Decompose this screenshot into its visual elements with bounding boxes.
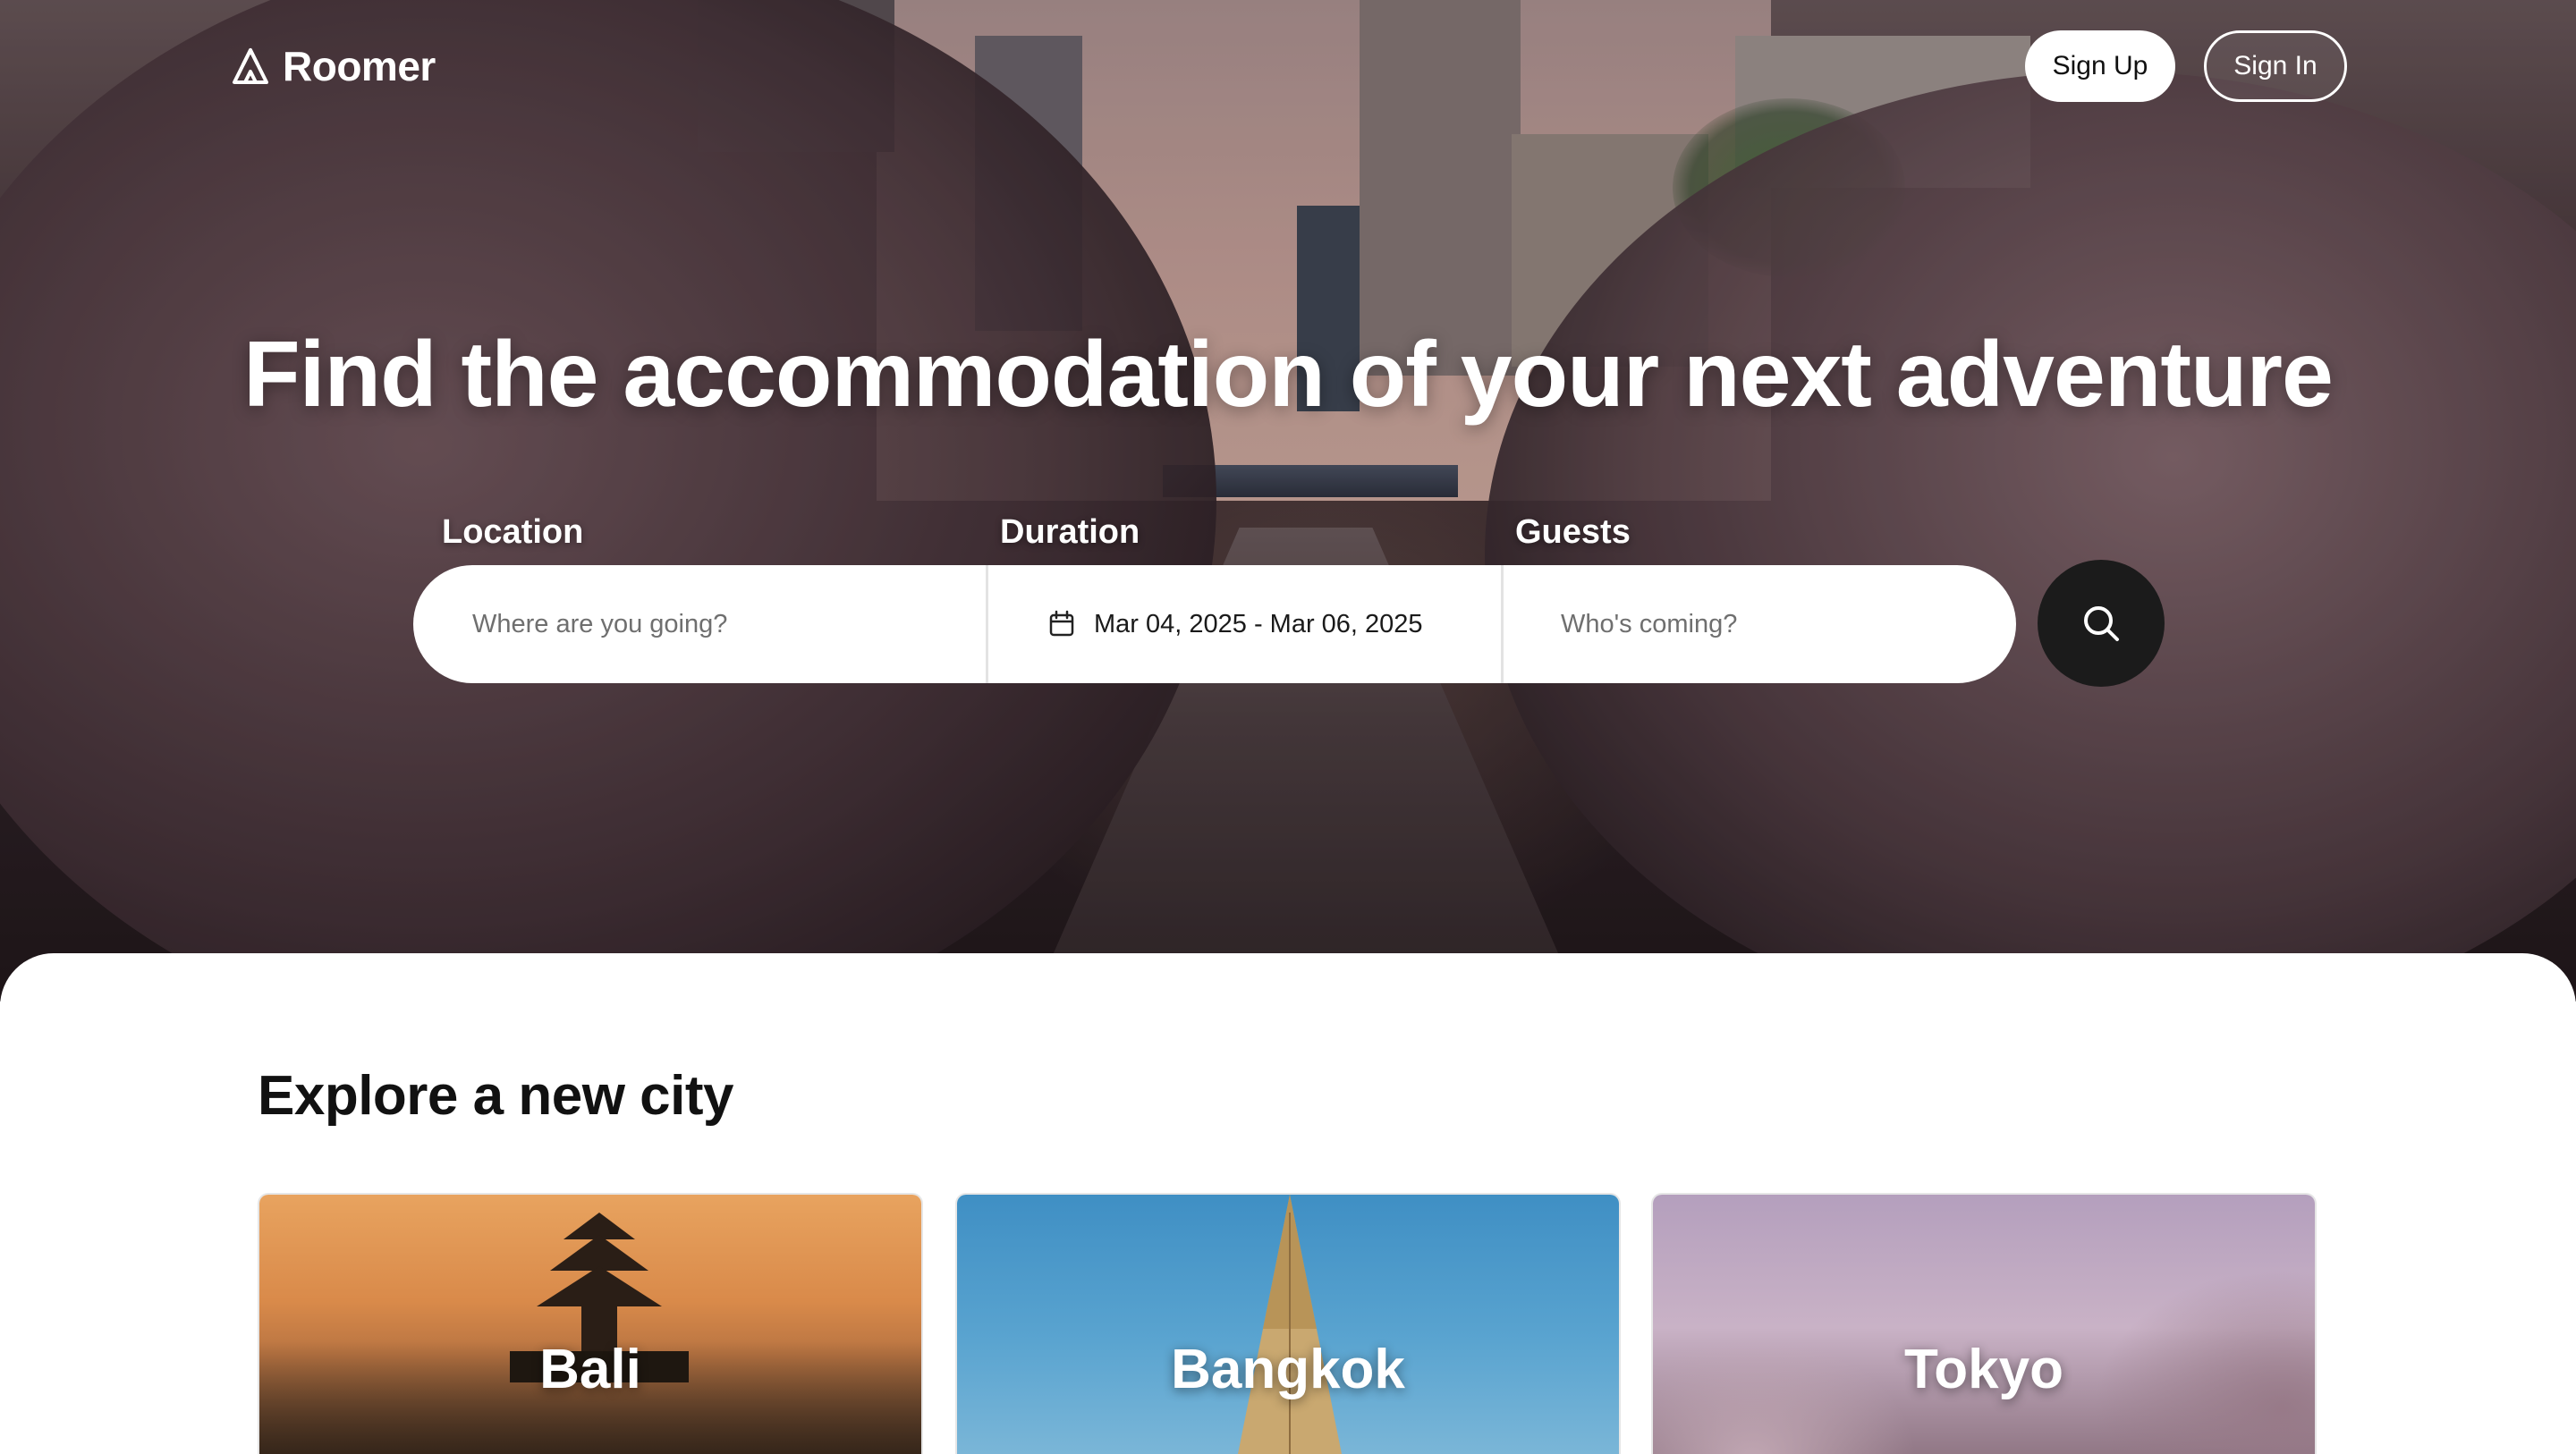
city-card-bali[interactable]: Bali (258, 1193, 923, 1454)
location-input[interactable] (472, 609, 935, 639)
tent-icon (233, 48, 268, 84)
calendar-icon (1049, 610, 1074, 637)
location-label: Location (442, 513, 584, 551)
city-name: Bangkok (1171, 1339, 1405, 1400)
duration-picker[interactable]: Mar 04, 2025 - Mar 06, 2025 (986, 565, 1501, 683)
brand-name: Roomer (283, 43, 436, 89)
search-icon (2084, 606, 2119, 641)
brand-logo[interactable]: Roomer (231, 43, 436, 89)
guests-input[interactable] (1561, 609, 1971, 639)
guests-label: Guests (1515, 513, 1631, 551)
city-card-bangkok[interactable]: Bangkok (955, 1193, 1621, 1454)
city-name: Bali (539, 1339, 641, 1400)
guests-segment[interactable] (1501, 565, 2016, 683)
hero-headline: Find the accommodation of your next adve… (243, 323, 2334, 427)
sign-in-button[interactable]: Sign In (2204, 30, 2347, 102)
duration-value: Mar 04, 2025 - Mar 06, 2025 (1094, 609, 1423, 638)
city-name: Tokyo (1904, 1339, 2063, 1400)
duration-label: Duration (1000, 513, 1140, 551)
city-card-tokyo[interactable]: Tokyo (1651, 1193, 2317, 1454)
search-bar: Mar 04, 2025 - Mar 06, 2025 (413, 565, 2016, 683)
search-button[interactable] (2038, 560, 2165, 687)
stupa-image (1238, 1195, 1342, 1454)
sign-up-button[interactable]: Sign Up (2025, 30, 2175, 102)
section-title: Explore a new city (258, 1065, 734, 1127)
hero-banner (0, 0, 2576, 1002)
location-segment[interactable] (413, 565, 986, 683)
